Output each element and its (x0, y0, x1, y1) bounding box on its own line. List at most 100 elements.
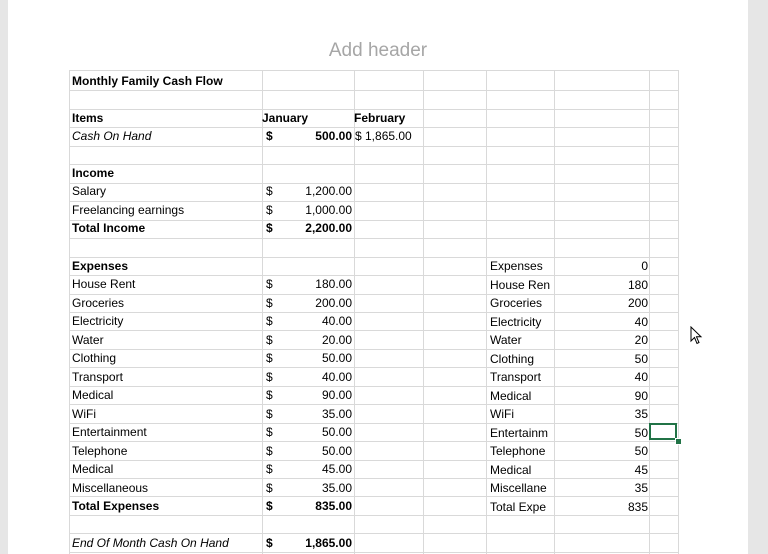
expense-item-value: 40.00 (321, 314, 352, 328)
side-table-label: WiFi (490, 407, 514, 421)
side-table-label: Medical (490, 388, 532, 403)
expense-item-value: 90.00 (321, 388, 352, 402)
gridline-horizontal (69, 552, 678, 553)
side-table-value: 50 (634, 425, 648, 440)
side-table-value: 0 (641, 259, 648, 273)
side-table-label: Expenses (490, 259, 543, 273)
income-header: Income (72, 166, 115, 180)
total-income-currency: $ (266, 221, 273, 235)
side-table-value: 50 (634, 444, 648, 458)
expense-item-currency: $ (266, 406, 273, 421)
expense-item-value: 35.00 (321, 406, 352, 421)
items-header: Items (72, 111, 104, 125)
expense-item-label: Entertainment (72, 425, 147, 439)
income-item-currency: $ (266, 202, 273, 217)
gridline-horizontal (69, 70, 678, 71)
total-expenses-currency: $ (266, 499, 273, 513)
sheet-title: Monthly Family Cash Flow (72, 74, 223, 88)
side-table-value: 40 (634, 370, 648, 384)
side-table-value: 200 (627, 296, 648, 310)
expense-item-label: Electricity (72, 314, 124, 328)
expense-item-label: Medical (72, 388, 114, 402)
income-item-label: Freelancing earnings (72, 202, 185, 217)
expense-item-currency: $ (266, 425, 273, 439)
side-table-label: Electricity (490, 314, 542, 329)
expense-item-currency: $ (266, 462, 273, 476)
gridline-vertical (678, 70, 679, 554)
cash-on-hand-currency: $ (266, 129, 273, 143)
side-table-label: Transport (490, 370, 541, 384)
side-table-label: Clothing (490, 351, 535, 366)
side-table-value: 180 (627, 277, 648, 292)
expense-item-label: Transport (72, 369, 123, 384)
side-table-label: Total Expe (490, 499, 547, 514)
gridline-horizontal (69, 238, 678, 239)
side-table-label: Miscellane (490, 481, 547, 495)
income-item-value: 1,200.00 (305, 184, 352, 198)
side-table-value: 20 (634, 333, 648, 347)
expense-item-value: 50.00 (321, 351, 352, 365)
total-income-label: Total Income (72, 221, 146, 235)
mouse-pointer-icon (690, 326, 703, 345)
expense-item-label: Groceries (72, 295, 125, 310)
side-table-value: 35 (634, 407, 648, 421)
expenses-header: Expenses (72, 259, 129, 273)
side-table-label: Groceries (490, 296, 543, 310)
side-table-value: 45 (634, 462, 648, 477)
side-table-label: Water (490, 333, 522, 347)
expense-item-currency: $ (266, 388, 273, 402)
total-income-value: 2,200.00 (305, 221, 352, 235)
gridline-horizontal (69, 146, 678, 147)
expense-item-currency: $ (266, 443, 273, 458)
cash-on-hand-february: $ 1,865.00 (355, 129, 412, 143)
active-cell-selection[interactable] (649, 423, 677, 440)
expense-item-label: House Rent (72, 277, 136, 291)
side-table-value: 35 (634, 481, 648, 495)
expense-item-currency: $ (266, 295, 273, 310)
cash-on-hand-label: Cash On Hand (72, 129, 152, 143)
expense-item-value: 200.00 (315, 295, 352, 310)
side-table-value: 40 (634, 314, 648, 329)
expense-item-value: 180.00 (315, 277, 352, 291)
total-expenses-value: 835.00 (315, 499, 352, 513)
side-table-value: 835 (627, 499, 648, 514)
expense-item-currency: $ (266, 369, 273, 384)
expense-item-label: Telephone (72, 443, 128, 458)
expense-item-value: 35.00 (321, 480, 352, 495)
cash-on-hand-january: 500.00 (315, 129, 352, 143)
income-item-label: Salary (72, 184, 107, 198)
expense-item-label: WiFi (72, 406, 96, 421)
expense-item-label: Water (72, 332, 104, 347)
page: Add header Monthly Family Cash Flow Item… (8, 0, 748, 554)
fill-handle[interactable] (675, 438, 682, 445)
expense-item-currency: $ (266, 314, 273, 328)
side-table-label: Telephone (490, 444, 546, 458)
spreadsheet-grid[interactable]: Monthly Family Cash Flow Items January F… (8, 0, 748, 554)
expense-item-value: 40.00 (321, 369, 352, 384)
expense-item-value: 20.00 (321, 332, 352, 347)
expense-item-label: Clothing (72, 351, 117, 365)
side-table-label: Entertainm (490, 425, 549, 440)
month-january: January (262, 111, 309, 125)
side-table-label: Medical (490, 462, 532, 477)
expense-item-currency: $ (266, 351, 273, 365)
expense-item-label: Medical (72, 462, 114, 476)
income-item-currency: $ (266, 184, 273, 198)
expense-item-currency: $ (266, 277, 273, 291)
month-february: February (354, 111, 406, 125)
end-cash-value: 1,865.00 (305, 536, 352, 550)
side-table-value: 90 (634, 388, 648, 403)
total-expenses-label: Total Expenses (72, 499, 160, 513)
end-cash-label: End Of Month Cash On Hand (72, 536, 229, 550)
gridline-horizontal (69, 515, 678, 516)
expense-item-currency: $ (266, 480, 273, 495)
side-table-value: 50 (634, 351, 648, 366)
expense-item-value: 45.00 (321, 462, 352, 476)
expense-item-value: 50.00 (321, 425, 352, 439)
expense-item-label: Miscellaneous (72, 480, 149, 495)
expense-item-currency: $ (266, 332, 273, 347)
gridline-horizontal (69, 90, 678, 91)
side-table-label: House Ren (490, 277, 551, 292)
end-cash-currency: $ (266, 536, 273, 550)
expense-item-value: 50.00 (321, 443, 352, 458)
